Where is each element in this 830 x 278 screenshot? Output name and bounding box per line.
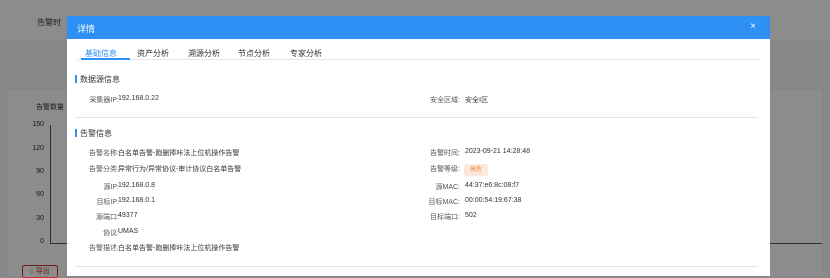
alarm-desc-label: 告警描述: <box>89 245 119 252</box>
source-ip-label: 源IP: <box>103 184 119 191</box>
alarm-category-label: 告警分类: <box>89 166 119 173</box>
target-port-value: 502 <box>465 212 477 219</box>
protocol-label: 协议: <box>103 230 119 237</box>
target-port-label: 目标端口: <box>430 214 460 221</box>
alarm-level-label: 告警等级: <box>430 166 460 173</box>
source-port-value: 49377 <box>118 212 138 219</box>
source-section-title-text: 数据源信息 <box>80 75 120 84</box>
alarm-name-value: 白名单告警-跑删捧咔法上位机操作告警 <box>118 150 240 157</box>
alarm-category-value: 异常行为/异常协议-审计协议白名单告警 <box>118 166 242 173</box>
alarm-name-label: 告警名称: <box>89 150 119 157</box>
tab-bar: 基础信息 资产分析 溯源分析 节点分析 专家分析 <box>77 39 760 60</box>
source-mac-label: 源MAC: <box>435 184 461 191</box>
alarm-level-badge: 高危 <box>464 164 488 176</box>
section-divider <box>75 266 758 267</box>
detail-modal: 详情 × 基础信息 资产分析 溯源分析 节点分析 专家分析 数据源信息 采集器I… <box>67 16 770 276</box>
close-icon[interactable]: × <box>750 21 756 32</box>
source-ip-value: 192.168.0.8 <box>118 182 155 189</box>
collector-ip-value: 192.168.0.22 <box>118 95 159 102</box>
tab-expert-analysis[interactable]: 专家分析 <box>290 48 322 59</box>
modal-title: 详情 <box>77 24 96 34</box>
alarm-section-title: 告警信息 <box>75 128 112 139</box>
collector-ip-label: 采集器IP: <box>89 97 119 104</box>
zone-value: 安全Ⅰ区 <box>465 97 489 104</box>
protocol-value: UMAS <box>118 228 139 235</box>
section-marker <box>75 129 77 137</box>
alarm-time-value: 2023-09-21 14:28:48 <box>465 148 530 155</box>
target-mac-value: 00:00:54:19:67:38 <box>465 197 522 204</box>
tab-node-analysis[interactable]: 节点分析 <box>238 48 270 59</box>
target-mac-label: 目标MAC: <box>428 199 461 206</box>
target-ip-value: 192.168.0.1 <box>118 197 155 204</box>
section-marker <box>75 75 77 83</box>
alarm-section-title-text: 告警信息 <box>80 129 112 138</box>
source-mac-value: 44:37:e6:8c:08:f7 <box>465 182 520 189</box>
source-port-label: 源端口: <box>96 214 119 221</box>
tab-trace-analysis[interactable]: 溯源分析 <box>188 48 220 59</box>
alarm-time-label: 告警时间: <box>430 150 460 157</box>
tab-asset-analysis[interactable]: 资产分析 <box>137 48 169 59</box>
active-tab-indicator <box>81 58 130 60</box>
alarm-desc-value: 白名单告警-跑删捧咔法上位机操作告警 <box>118 245 240 252</box>
zone-label: 安全区域: <box>430 97 460 104</box>
source-section-title: 数据源信息 <box>75 74 120 85</box>
section-divider <box>75 117 758 118</box>
modal-header: 详情 × <box>67 16 770 39</box>
target-ip-label: 目标IP: <box>96 199 119 206</box>
